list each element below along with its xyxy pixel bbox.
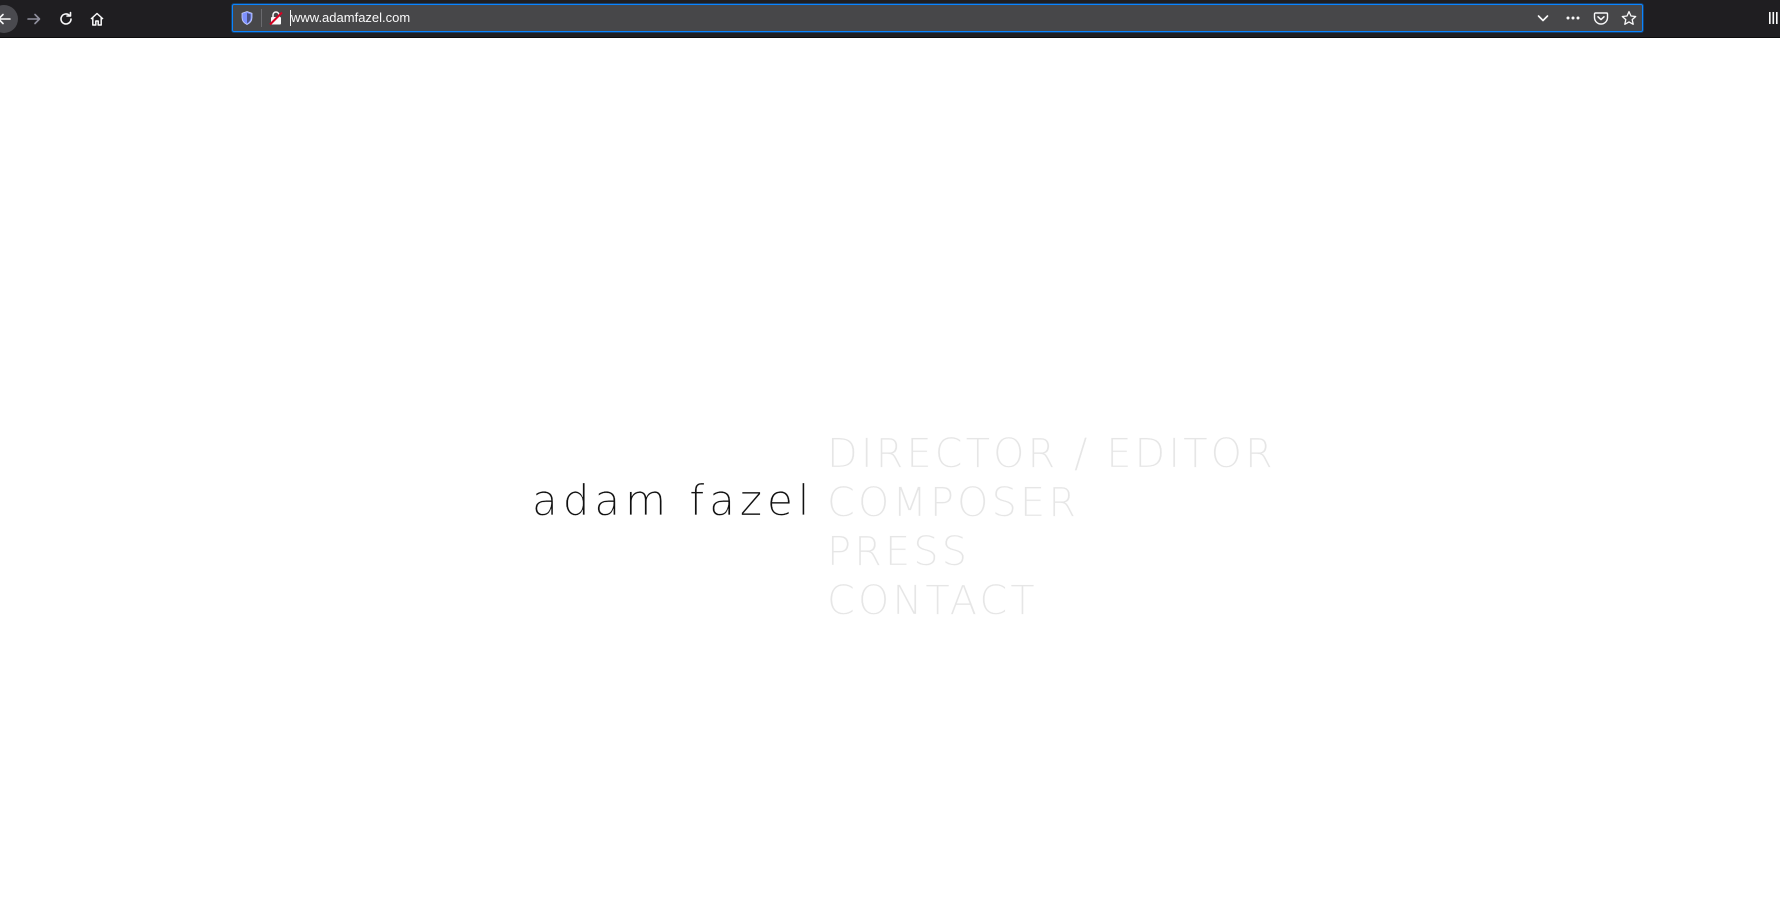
reload-button[interactable] <box>52 5 80 33</box>
url-dropdown-button[interactable] <box>1533 9 1553 27</box>
url-bar[interactable]: www.adamfazel.com <box>232 4 1643 32</box>
library-icon[interactable] <box>1768 10 1780 26</box>
home-button[interactable] <box>83 5 111 33</box>
nav-item-press[interactable]: PRESS <box>827 528 1276 577</box>
bookmark-button[interactable] <box>1619 9 1639 27</box>
nav-item-director-editor[interactable]: DIRECTOR / EDITOR <box>827 430 1276 479</box>
browser-toolbar: www.adamfazel.com <box>0 0 1780 38</box>
shield-icon[interactable] <box>239 10 255 26</box>
pocket-icon <box>1593 12 1609 25</box>
url-separator <box>261 9 262 27</box>
home-icon <box>90 12 104 26</box>
site-title[interactable]: adam fazel <box>532 479 814 522</box>
nav-item-composer[interactable]: COMPOSER <box>827 479 1276 528</box>
forward-arrow-icon <box>27 13 41 25</box>
chevron-down-icon <box>1537 15 1549 22</box>
save-to-pocket-button[interactable] <box>1591 9 1611 27</box>
reload-icon <box>60 11 72 25</box>
site-nav: DIRECTOR / EDITOR COMPOSER PRESS CONTACT <box>827 430 1276 626</box>
page-actions-button[interactable] <box>1563 9 1583 27</box>
page-content: adam fazel DIRECTOR / EDITOR COMPOSER PR… <box>0 38 1780 898</box>
back-button[interactable] <box>0 5 18 33</box>
star-icon <box>1621 10 1637 25</box>
ellipsis-icon <box>1566 16 1580 20</box>
nav-item-contact[interactable]: CONTACT <box>827 577 1276 626</box>
forward-button[interactable] <box>20 5 48 33</box>
url-text[interactable]: www.adamfazel.com <box>291 9 410 27</box>
back-arrow-icon <box>0 13 11 25</box>
insecure-lock-icon[interactable] <box>268 10 284 26</box>
